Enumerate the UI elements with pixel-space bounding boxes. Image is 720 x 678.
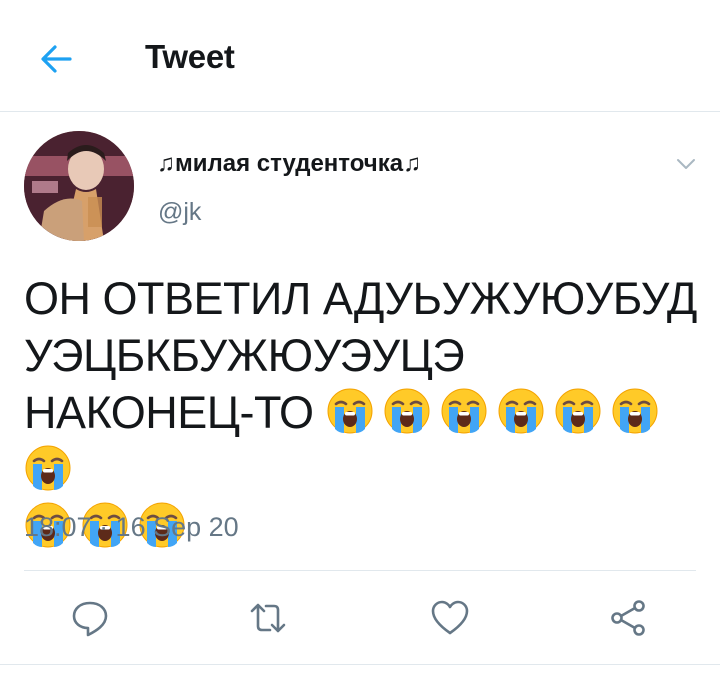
timestamp[interactable]: 18:07 · 16 Sep 20 bbox=[24, 512, 239, 543]
page-title: Tweet bbox=[145, 38, 235, 75]
author-name[interactable]: ♫милая студенточка♫ bbox=[157, 150, 421, 178]
divider bbox=[24, 570, 696, 571]
loudly-crying-face-icon bbox=[612, 388, 657, 434]
loudly-crying-face-icon bbox=[441, 388, 486, 434]
retweet-icon[interactable] bbox=[248, 598, 288, 638]
reply-icon[interactable] bbox=[70, 598, 110, 638]
arrow-left-icon[interactable] bbox=[38, 40, 76, 78]
avatar-photo bbox=[24, 131, 134, 241]
avatar[interactable] bbox=[24, 131, 134, 241]
loudly-crying-face-icon bbox=[25, 445, 71, 491]
loudly-crying-face-icon bbox=[327, 388, 372, 434]
share-icon[interactable] bbox=[608, 598, 648, 638]
tweet-line: НАКОНЕЦ-ТО bbox=[24, 387, 314, 438]
chevron-down-icon[interactable] bbox=[674, 152, 698, 176]
tweet-line-with-emoji: НАКОНЕЦ-ТО bbox=[24, 384, 704, 498]
loudly-crying-face-icon bbox=[498, 388, 543, 434]
divider bbox=[0, 664, 720, 665]
top-bar: Tweet bbox=[0, 0, 720, 112]
heart-icon[interactable] bbox=[430, 598, 470, 638]
loudly-crying-face-icon bbox=[384, 388, 429, 434]
tweet-line: ОН ОТВЕТИЛ АДУЬУЖУЮУБУД bbox=[24, 273, 697, 324]
loudly-crying-face-icon bbox=[555, 388, 600, 434]
author-handle[interactable]: @jk bbox=[158, 198, 201, 227]
action-bar bbox=[0, 598, 720, 642]
tweet-line: УЭЦБКБУЖЮУЭУЦЭ bbox=[24, 330, 465, 381]
